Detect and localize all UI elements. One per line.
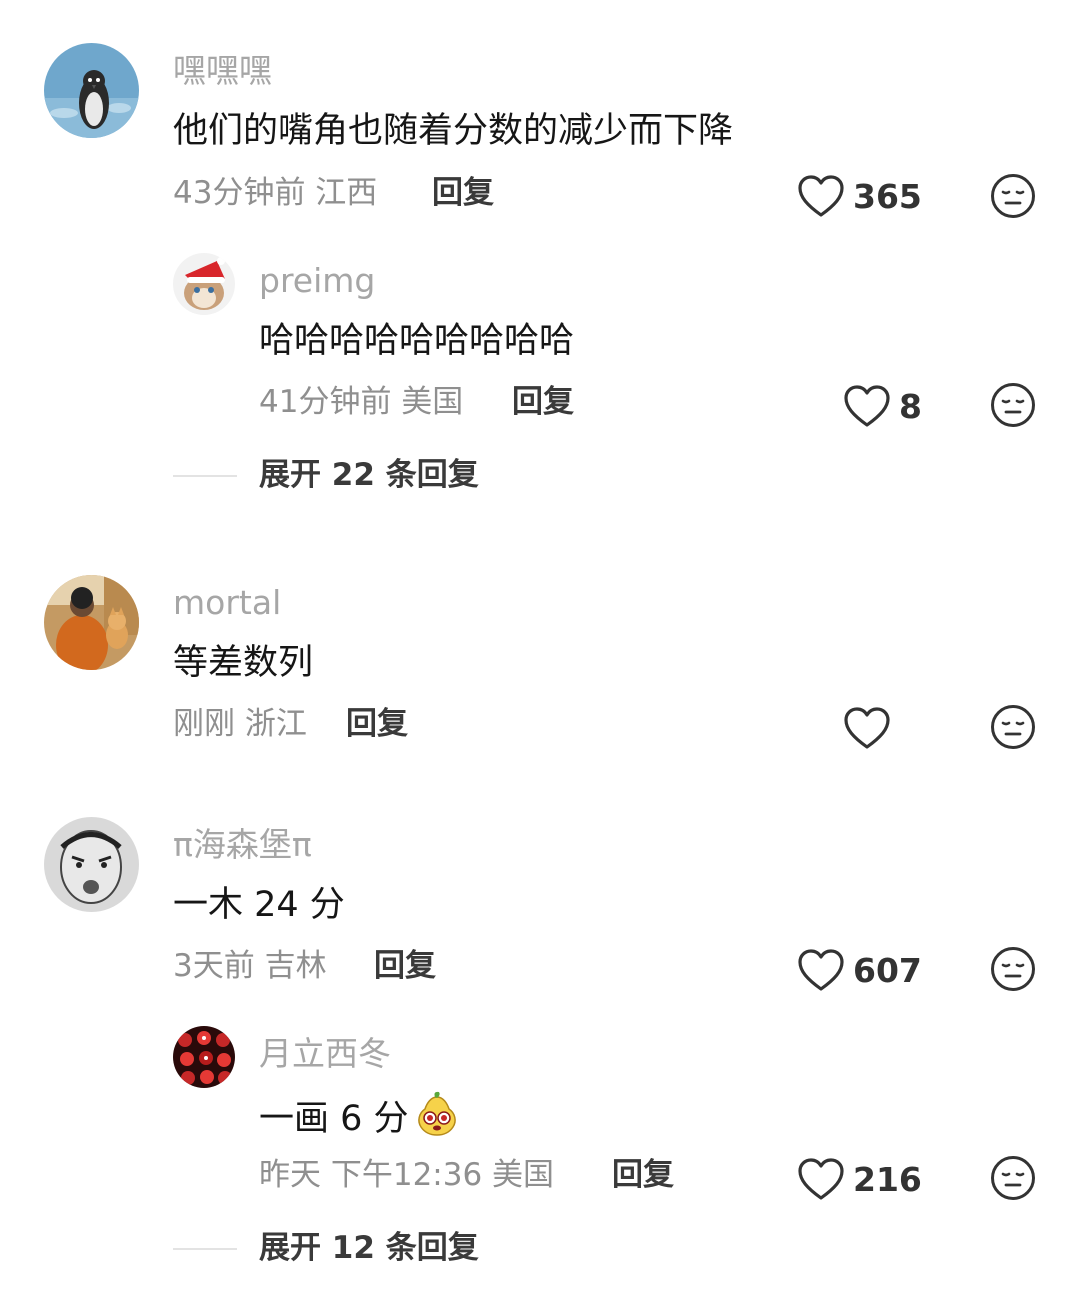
like-button[interactable]: 216 [797,1157,922,1201]
sketch-face-avatar-image [44,817,139,912]
dislike-button[interactable] [990,382,1036,428]
expand-replies-button[interactable]: 展开 22 条回复 [173,460,479,491]
reply-button[interactable]: 回复 [512,387,574,418]
expand-replies-label: 展开 22 条回复 [259,457,479,493]
reply-username[interactable]: 月立西冬 [259,1037,391,1070]
expand-divider-line [173,1247,237,1250]
comment-username[interactable]: π海森堡π [173,828,312,861]
like-count: 216 [853,1159,922,1199]
reply-avatar[interactable] [173,1026,235,1088]
neutral-face-icon [991,705,1035,749]
dislike-button[interactable] [990,704,1036,750]
expand-divider-line [173,474,237,477]
avatar[interactable] [44,817,139,912]
dislike-button[interactable] [990,1155,1036,1201]
cartoon-fox-avatar-image [173,253,235,315]
comment-text: 一木 24 分 [173,885,345,925]
comment-time-location: 3天前 吉林 [173,948,327,984]
neutral-face-icon [991,383,1035,427]
dislike-button[interactable] [990,173,1036,219]
like-count: 365 [853,176,922,216]
like-count: 607 [853,950,922,990]
heart-outline-icon [844,707,890,749]
person-with-dog-avatar-image [44,575,139,670]
like-button[interactable] [843,706,899,750]
reply-text: 哈哈哈哈哈哈哈哈哈 [259,321,575,361]
like-count: 8 [899,386,922,426]
comment-username[interactable]: mortal [173,586,281,619]
neutral-face-icon [991,947,1035,991]
reply-time-location: 41分钟前 美国 [259,384,464,420]
heart-outline-icon [798,175,844,217]
reply-button[interactable]: 回复 [612,1160,674,1191]
heart-outline-icon [798,1158,844,1200]
comment-time-location: 刚刚 浙江 [173,706,307,742]
heart-outline-icon [844,385,890,427]
reply-button[interactable]: 回复 [374,951,436,982]
comment-text: 他们的嘴角也随着分数的减少而下降 [173,111,734,151]
neutral-face-icon [991,174,1035,218]
comment-text: 等差数列 [173,643,314,683]
comment-time-location: 43分钟前 江西 [173,175,378,211]
reply-avatar[interactable] [173,253,235,315]
heart-outline-icon [798,949,844,991]
reply-username[interactable]: preimg [259,264,375,297]
penguin-avatar-image [44,43,139,138]
avatar[interactable] [44,43,139,138]
reply-button[interactable]: 回复 [346,709,408,740]
red-pattern-avatar-image [173,1026,235,1088]
dislike-button[interactable] [990,946,1036,992]
neutral-face-icon [991,1156,1035,1200]
comment-username[interactable]: 嘿嘿嘿 [173,54,272,87]
expand-replies-label: 展开 12 条回复 [259,1230,479,1266]
reply-button[interactable]: 回复 [432,178,494,209]
reply-time-location: 昨天 下午12:36 美国 [259,1157,555,1193]
pear-face-emoji-icon [413,1091,461,1137]
like-button[interactable]: 8 [843,384,922,428]
expand-replies-button[interactable]: 展开 12 条回复 [173,1233,479,1264]
avatar[interactable] [44,575,139,670]
reply-text: 一画 6 分 [259,1091,461,1143]
like-button[interactable]: 365 [797,174,922,218]
reply-text-content: 一画 6 分 [259,1099,409,1139]
like-button[interactable]: 607 [797,948,922,992]
